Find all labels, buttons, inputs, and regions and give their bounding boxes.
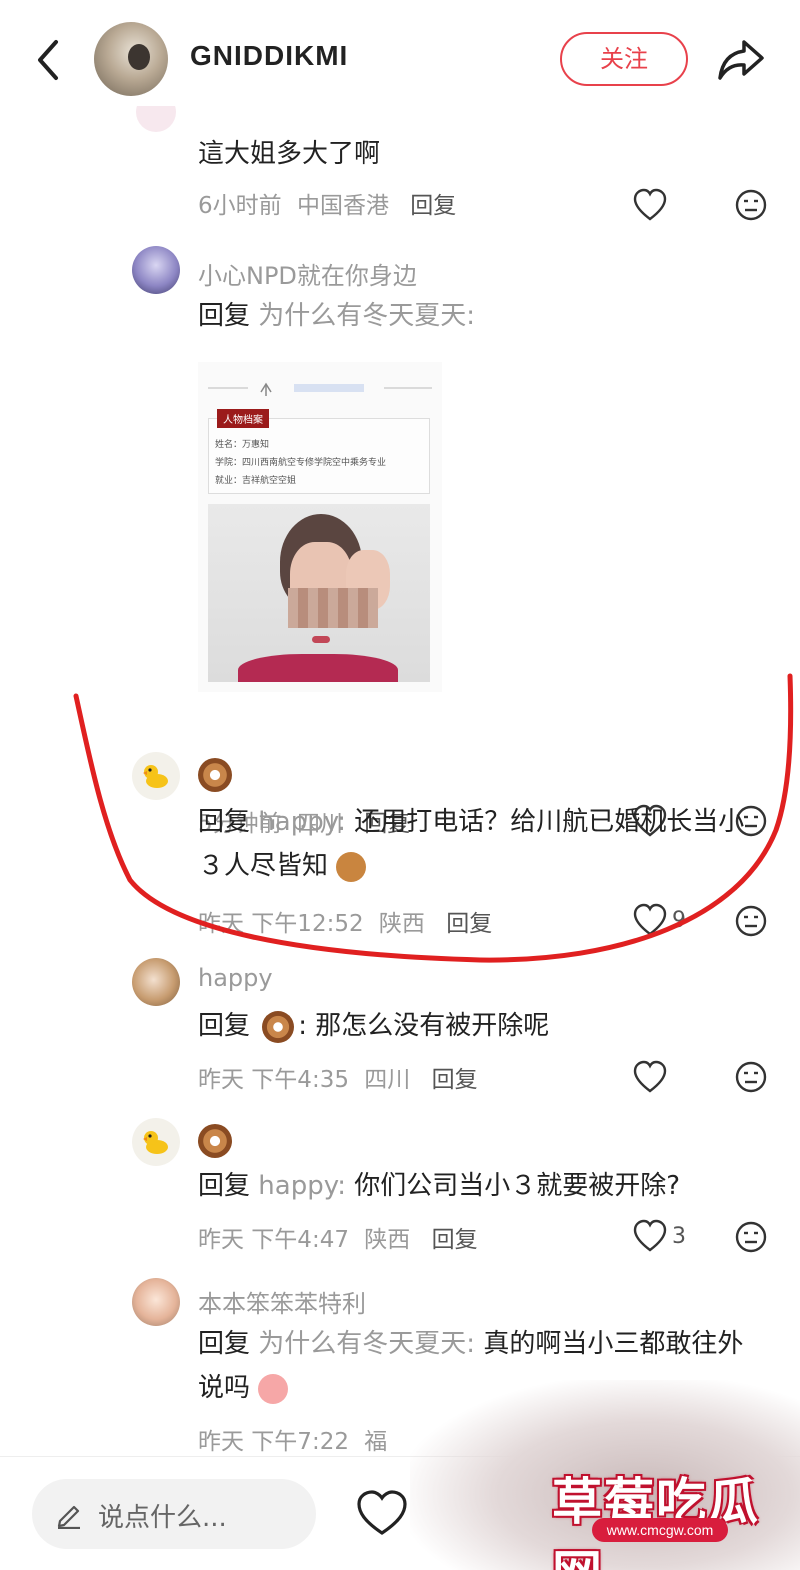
comment-time: 昨天 下午12:52 [198, 911, 364, 937]
comment-text: 回复 : 那怎么没有被开除呢 [198, 1004, 760, 1048]
commenter-avatar[interactable] [132, 958, 180, 1006]
reply-prefix: 回复 [198, 1011, 251, 1041]
comment-meta: 昨天 下午7:22 福 [198, 1422, 387, 1456]
reply-prefix: 回复 [198, 301, 251, 331]
heart-icon [633, 903, 667, 936]
reply-button[interactable]: 回复 [410, 193, 456, 219]
pencil-icon [57, 1505, 80, 1529]
heart-icon[interactable] [632, 186, 692, 226]
author-username[interactable]: GNIDDIKMI [190, 40, 348, 72]
comment-text: 回复 为什么有冬天夏天: [198, 294, 760, 338]
comment-text: 回复 happy: 你们公司当小３就要被开除? [198, 1164, 760, 1208]
heart-icon [633, 1219, 667, 1252]
comment-body: 你们公司当小３就要被开除? [354, 1171, 681, 1201]
duck-avatar-icon[interactable] [132, 1118, 180, 1166]
crying-emoji-icon [258, 1373, 289, 1404]
like-count: 3 [672, 1223, 686, 1249]
reply-target[interactable]: happy: [258, 1171, 346, 1201]
comment-text: 回复 happy: 还用打电话？给川航已婚机长当小３人尽皆知 [198, 800, 760, 888]
comment-location: 陕西 [364, 1227, 411, 1253]
comment-time: 6小时前 [198, 193, 282, 219]
emoji-icon [336, 851, 367, 882]
comment-time: 昨天 下午7:22 [198, 1429, 349, 1455]
comment-meta: 昨天 下午12:52 陕西 回复 [198, 904, 492, 938]
share-icon[interactable] [716, 36, 766, 82]
commenter-name-donut[interactable] [198, 1124, 232, 1158]
dislike-face-icon[interactable] [734, 1220, 768, 1254]
image-header-graphic [208, 382, 432, 396]
comment-time: 昨天 下午4:35 [198, 1067, 349, 1093]
comment-body: : 那怎么没有被开除呢 [298, 1011, 550, 1041]
commenter-avatar[interactable] [132, 246, 180, 294]
dislike-face-icon[interactable] [734, 188, 768, 222]
reply-button[interactable]: 回复 [432, 1227, 478, 1253]
comment-location: 四川 [364, 1067, 411, 1093]
profile-card: 人物档案 姓名：万惠知 学院：四川西南航空专修学院空中乘务专业 就业：吉祥航空空… [208, 409, 430, 494]
donut-icon [198, 1124, 232, 1158]
duck-avatar-icon[interactable] [132, 752, 180, 800]
heart-icon[interactable] [356, 1489, 408, 1537]
reply-prefix: 回复 [198, 807, 251, 837]
profile-line: 学院：四川西南航空专修学院空中乘务专业 [215, 458, 387, 468]
heart-icon[interactable] [632, 1058, 692, 1098]
profile-line: 就业：吉祥航空空姐 [215, 476, 297, 486]
follow-button[interactable]: 关注 [560, 32, 688, 86]
top-bar: GNIDDIKMI 关注 [0, 0, 800, 120]
input-placeholder: 说点什么... [98, 1503, 227, 1533]
like-button[interactable]: 3 [632, 1216, 692, 1256]
comment-image[interactable]: 人物档案 姓名：万惠知 学院：四川西南航空专修学院空中乘务专业 就业：吉祥航空空… [198, 362, 442, 692]
donut-icon[interactable] [262, 1010, 295, 1043]
commenter-name-donut[interactable] [198, 758, 232, 792]
comment-meta: 昨天 下午4:47 陕西 回复 [198, 1220, 478, 1254]
comment-text: 這大姐多大了啊 [198, 139, 381, 169]
commenter-name[interactable]: happy [198, 964, 273, 992]
dislike-face-icon[interactable] [734, 1060, 768, 1094]
reply-target[interactable]: 为什么有冬天夏天: [258, 301, 475, 331]
comment-location: 陕西 [378, 911, 425, 937]
profile-badge: 人物档案 [217, 409, 269, 428]
commenter-name[interactable]: 本本笨笨苯特利 [198, 1284, 366, 1319]
comment-input[interactable]: 说点什么... [32, 1479, 316, 1549]
reply-button[interactable]: 回复 [432, 1067, 478, 1093]
comment-meta: 昨天 下午4:35 四川 回复 [198, 1060, 478, 1094]
back-arrow-icon[interactable] [32, 38, 68, 82]
commenter-avatar[interactable] [136, 106, 176, 132]
commenter-name[interactable]: 小心NPD就在你身边 [198, 256, 417, 291]
donut-icon [198, 758, 232, 792]
comment-location: 福 [364, 1429, 388, 1455]
like-button[interactable]: 9 [632, 900, 692, 940]
watermark-url: www.cmcgw.com [592, 1518, 728, 1542]
reply-button[interactable]: 回复 [446, 911, 492, 937]
watermark-brand: 草莓吃瓜网 [552, 1473, 760, 1570]
comment-list[interactable]: 這大姐多大了啊 6小时前 中国香港 回复 小心NPD就在你身边 回复 为什么有冬… [0, 106, 800, 1456]
comment-location: 中国香港 [296, 193, 389, 219]
profile-line: 姓名：万惠知 [215, 440, 270, 450]
dislike-face-icon[interactable] [734, 904, 768, 938]
comment-meta: 6小时前 中国香港 回复 [198, 186, 456, 220]
comment-time: 昨天 下午4:47 [198, 1227, 349, 1253]
author-avatar[interactable] [94, 22, 168, 96]
commenter-avatar[interactable] [132, 1278, 180, 1326]
reply-target[interactable]: 为什么有冬天夏天: [258, 1329, 475, 1359]
profile-photo [208, 504, 430, 682]
reply-prefix: 回复 [198, 1171, 251, 1201]
like-count: 9 [672, 907, 686, 933]
reply-prefix: 回复 [198, 1329, 251, 1359]
reply-target[interactable]: happy: [258, 807, 346, 837]
